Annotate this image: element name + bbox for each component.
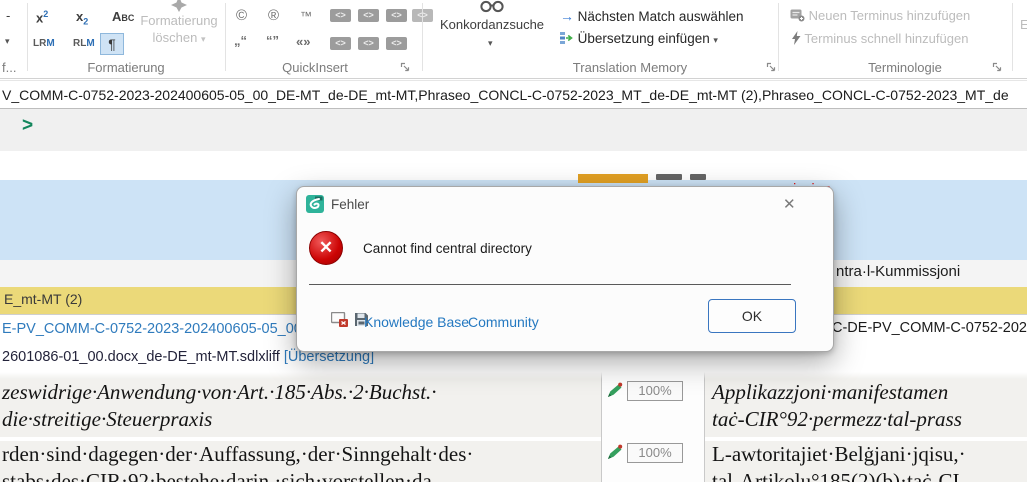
group-divider (1012, 3, 1013, 71)
chevron-down-icon: ▾ (200, 34, 206, 44)
document-name-right: C-DE-PV_COMM-C-0752-2023- (832, 320, 1027, 336)
insert-translation-icon (560, 32, 573, 44)
clipped-left-button[interactable]: - (6, 8, 10, 23)
subscript-button[interactable]: x2 (76, 9, 88, 27)
quickinsert-dialog-launcher[interactable] (400, 62, 411, 73)
dialog-separator (309, 284, 791, 285)
edited-pencil-icon (608, 444, 623, 459)
clipped-right-button[interactable]: E (1020, 17, 1027, 32)
insert-tag-button[interactable]: <> (386, 37, 407, 50)
smallcaps-button[interactable]: ABC (112, 9, 134, 24)
trados-app-icon (306, 195, 324, 213)
document-link[interactable]: E-PV_COMM-C-0752-2023-202400605-05_00 (2, 321, 302, 337)
group-label-clipped: f... (2, 60, 17, 75)
chevron-right-icon[interactable]: > (22, 115, 33, 137)
edited-pencil-icon (608, 382, 623, 397)
result-row-text: ntra·l-Kummissjoni (836, 263, 961, 280)
show-whitespace-toggle[interactable]: ¶ (100, 33, 124, 55)
translation-memory-dialog-launcher[interactable] (766, 62, 777, 73)
add-term-icon (790, 9, 805, 22)
open-documents-tab[interactable]: V_COMM-C-0752-2023-202400605-05_00_DE-MT… (2, 87, 1009, 103)
error-message: Cannot find central directory (363, 241, 532, 256)
chevron-down-icon: ▾ (488, 38, 493, 48)
rlm-button[interactable]: RLM (73, 38, 95, 49)
knowledge-base-link[interactable]: Knowledge Base (364, 314, 469, 330)
match-percentage-badge: 100% (627, 381, 683, 401)
group-label-quickinsert: QuickInsert (282, 60, 348, 75)
quote-double-button[interactable]: “” (266, 33, 279, 48)
quote-angle-button[interactable]: «» (296, 34, 310, 49)
trados-studio-window: - ▾ f... x2 x2 ABC LRM RLM ¶ Formatierun… (0, 0, 1027, 482)
dialog-title: Fehler (331, 197, 370, 212)
report-error-icon[interactable] (331, 312, 350, 328)
clear-formatting-icon (171, 0, 187, 12)
group-label-terminology: Terminologie (868, 60, 942, 75)
quote-low-button[interactable]: „“ (234, 33, 247, 48)
editor-top-fade (0, 372, 1027, 379)
insert-tag-button[interactable]: <> (386, 9, 407, 22)
trademark-button[interactable]: ™ (300, 9, 312, 23)
group-label-translation-memory: Translation Memory (572, 60, 688, 75)
insert-tag-button[interactable]: <> (358, 37, 379, 50)
lrm-button[interactable]: LRM (33, 38, 55, 49)
clipped-text-fragment (690, 174, 706, 180)
insert-tag-button[interactable]: <> (330, 9, 351, 22)
source-segment[interactable]: rden·sind·dagegen·der·Auffassung,·der·Si… (2, 441, 473, 482)
ribbon: - ▾ f... x2 x2 ABC LRM RLM ¶ Formatierun… (0, 0, 1027, 79)
superscript-button[interactable]: x2 (36, 9, 48, 25)
lightning-icon (792, 31, 801, 45)
apply-translation-button[interactable]: Übersetzung einfügen ▾ (560, 31, 718, 46)
terminology-dialog-launcher[interactable] (992, 62, 1003, 73)
active-file-tab-label: E_mt-MT (2) (4, 291, 83, 307)
clear-formatting-button[interactable]: Formatierung löschen ▾ (133, 0, 225, 56)
select-next-match-button[interactable]: → Nächsten Match auswählen (560, 8, 743, 24)
quick-add-term-button[interactable]: Terminus schnell hinzufügen (791, 31, 968, 46)
match-percentage-badge: 100% (627, 443, 683, 463)
ok-button[interactable]: OK (708, 299, 796, 333)
chevron-down-icon: ▾ (713, 35, 718, 45)
highlighted-cell (578, 174, 648, 183)
error-icon: ✕ (309, 231, 343, 265)
copyright-button[interactable]: © (236, 7, 247, 24)
close-icon[interactable]: ✕ (783, 195, 796, 213)
navigation-bar (0, 109, 1027, 151)
add-new-term-button[interactable]: Neuen Terminus hinzufügen (790, 8, 970, 23)
group-divider (422, 3, 423, 71)
registered-button[interactable]: ® (268, 7, 279, 24)
group-divider (225, 3, 226, 71)
target-segment[interactable]: Applikazzjoni·manifestamen taċ-CIR°92·pe… (712, 379, 962, 433)
arrow-right-icon: → (560, 8, 574, 24)
target-segment[interactable]: L-awtoritajiet·Belġjani·jqisu,· tal-Arti… (712, 441, 966, 482)
group-label-formatting: Formatierung (87, 60, 165, 75)
error-dialog: Fehler ✕ ✕ Cannot find central directory… (296, 186, 834, 352)
insert-tag-button[interactable]: <> (330, 37, 351, 50)
clipped-left-dropdown[interactable]: ▾ (5, 36, 10, 47)
concordance-search-button[interactable]: Konkordanzsuche ▾ (428, 0, 556, 56)
insert-tag-button[interactable]: <> (358, 9, 379, 22)
clipped-text-fragment (656, 174, 682, 180)
source-segment[interactable]: zeswidrige·Anwendung·von·Art.·185·Abs.·2… (2, 379, 437, 433)
binoculars-icon (480, 0, 504, 13)
group-divider (778, 3, 779, 71)
community-link[interactable]: Community (468, 314, 539, 330)
